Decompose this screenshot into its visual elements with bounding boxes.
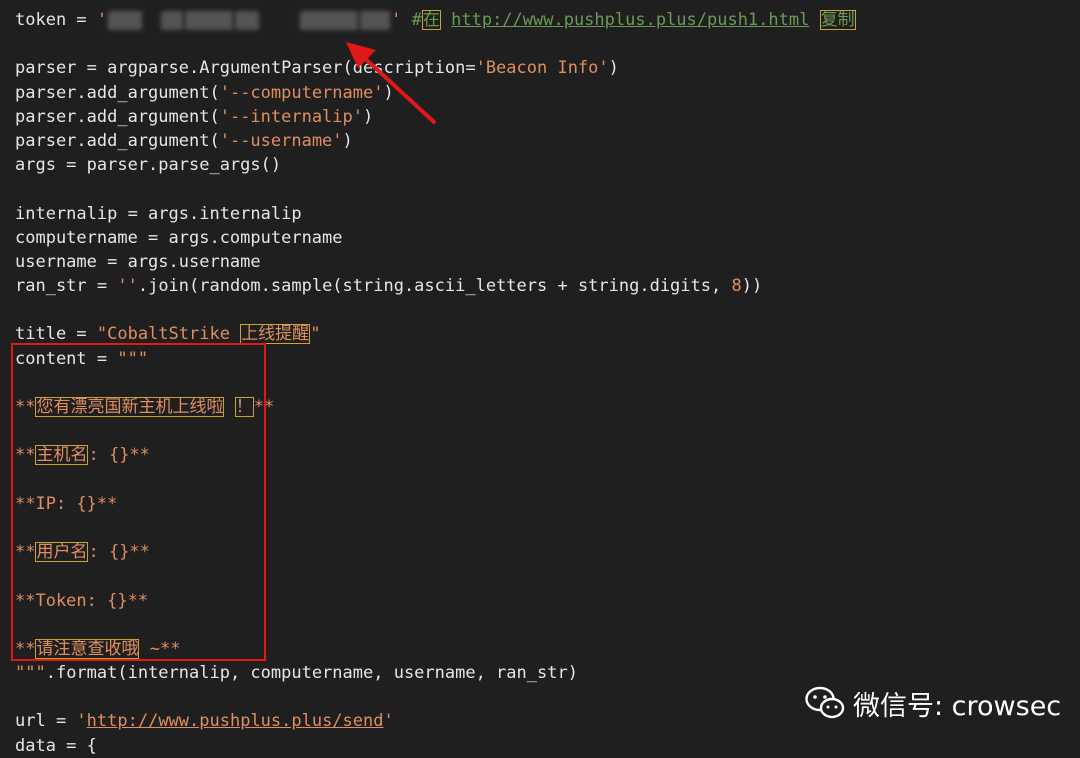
wechat-icon — [805, 686, 845, 719]
string-quote: ' — [76, 711, 87, 732]
code-text: url = — [15, 711, 77, 732]
code-text: data = { — [15, 735, 97, 756]
code-string: '' — [117, 276, 138, 297]
code-string: """ — [15, 663, 46, 684]
watermark-text: 微信号: crowsec — [853, 690, 1062, 722]
code-line: parser.add_argument('--internalip') — [15, 105, 1065, 129]
code-string: " — [310, 324, 321, 345]
code-line: computername = args.computername — [15, 226, 1065, 250]
code-line: internalip = args.internalip — [15, 202, 1065, 226]
code-line: ran_str = ''.join(random.sample(string.a… — [15, 274, 1065, 298]
code-text: title = — [15, 324, 97, 345]
code-text: ) — [342, 130, 353, 151]
code-text: .join(random.sample(string.ascii_letters… — [137, 276, 732, 297]
code-line: username = args.username — [15, 250, 1065, 274]
code-text: .format(internalip, computername, userna… — [45, 663, 578, 684]
code-string: "CobaltStrike — [96, 324, 241, 345]
code-text: )) — [741, 276, 763, 297]
code-string: 'Beacon Info' — [475, 58, 609, 79]
code-line: args = parser.parse_args() — [15, 153, 1065, 177]
red-arrow-annotation — [346, 42, 436, 124]
code-line-token: token = ' ' #在 http://www.pushplus.plus/p… — [15, 8, 1065, 32]
code-text: parser.add_argument( — [15, 106, 220, 127]
wechat-watermark: 微信号: crowsec — [805, 683, 1061, 723]
content-highlight-box — [11, 343, 266, 661]
code-text: internalip = args.internalip — [15, 203, 302, 224]
redacted-token — [107, 10, 391, 30]
code-string: '--username' — [219, 130, 343, 151]
code-text: ran_str = — [15, 276, 118, 297]
code-text: username = args.username — [15, 251, 261, 272]
code-text: ) — [608, 58, 619, 79]
comment-cjk: 在 — [421, 10, 441, 30]
code-text: computername = args.computername — [15, 227, 343, 248]
send-url-link[interactable]: http://www.pushplus.plus/send — [87, 711, 384, 731]
code-number: 8 — [731, 276, 742, 297]
code-string-cjk: 上线提醒 — [240, 324, 311, 345]
pushplus-link[interactable]: http://www.pushplus.plus/push1.html — [451, 10, 809, 30]
code-line: parser.add_argument('--computername') — [15, 81, 1065, 105]
code-text: args = parser.parse_args() — [15, 155, 282, 176]
string-quote: ' — [96, 10, 108, 30]
code-text: token = — [15, 10, 97, 30]
code-text: parser.add_argument( — [15, 130, 220, 151]
code-text: parser.add_argument( — [15, 82, 220, 103]
code-line: parser = argparse.ArgumentParser(descrip… — [15, 56, 1065, 80]
code-line: """.format(internalip, computername, use… — [15, 661, 1065, 685]
comment: # — [401, 10, 422, 30]
copy-label[interactable]: 复制 — [819, 10, 856, 30]
string-quote: ' — [383, 711, 394, 732]
string-quote: ' — [391, 10, 402, 30]
code-line: data = { — [15, 734, 1065, 758]
code-line: parser.add_argument('--username') — [15, 129, 1065, 153]
